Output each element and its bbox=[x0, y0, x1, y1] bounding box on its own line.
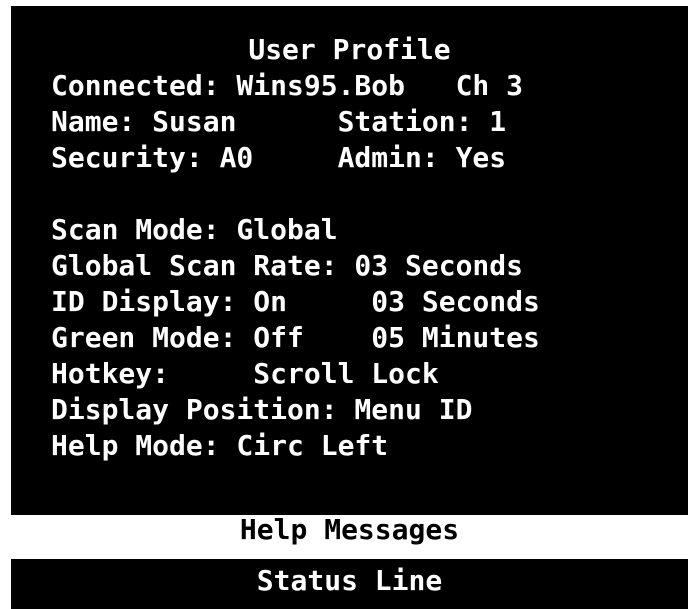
profile-title: User Profile bbox=[248, 33, 451, 66]
connected-line: Connected: Wins95.Bob Ch 3 bbox=[51, 69, 524, 102]
id-display-line: ID Display: On 03 Seconds bbox=[51, 285, 540, 318]
osd-screen: User Profile Connected: Wins95.Bob Ch 3 … bbox=[11, 6, 688, 515]
status-line-bar: Status Line bbox=[11, 559, 688, 609]
hotkey-line: Hotkey: Scroll Lock bbox=[51, 357, 439, 390]
display-position-line: Display Position: Menu ID bbox=[51, 393, 473, 426]
green-mode-line: Green Mode: Off 05 Minutes bbox=[51, 321, 540, 354]
help-messages-bar: Help Messages bbox=[11, 515, 688, 559]
scan-mode-line: Scan Mode: Global bbox=[51, 213, 338, 246]
name-station-line: Name: Susan Station: 1 bbox=[51, 105, 507, 138]
security-admin-line: Security: A0 Admin: Yes bbox=[51, 141, 507, 174]
help-mode-line: Help Mode: Circ Left bbox=[51, 429, 389, 462]
global-scan-rate-line: Global Scan Rate: 03 Seconds bbox=[51, 249, 524, 282]
